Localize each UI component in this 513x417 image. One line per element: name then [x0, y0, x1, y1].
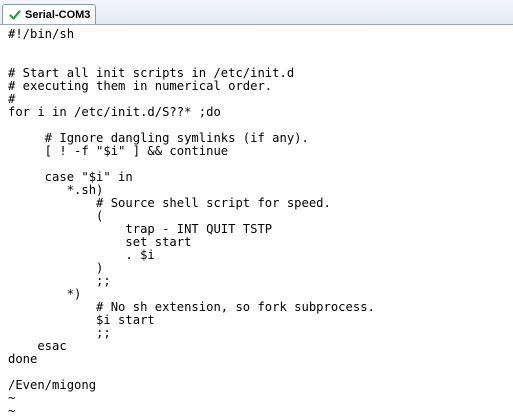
terminal-line: ~ [8, 404, 16, 417]
green-check-icon [9, 9, 21, 21]
terminal-output[interactable]: #!/bin/sh # Start all init scripts in /e… [0, 25, 513, 417]
serial-terminal-window: Serial-COM3 #!/bin/sh # Start all init s… [0, 0, 513, 417]
terminal-line: for i in /etc/init.d/S??* ;do [8, 105, 221, 119]
tab-label: Serial-COM3 [25, 8, 91, 21]
terminal-line: [ ! -f "$i" ] && continue [8, 144, 229, 158]
tab-bar: Serial-COM3 [0, 0, 513, 25]
terminal-line: /Even/migong [8, 378, 97, 392]
terminal-line: done [8, 352, 38, 366]
tab-serial-com3[interactable]: Serial-COM3 [2, 4, 96, 24]
terminal-line: #!/bin/sh [8, 27, 75, 41]
terminal-line: # executing them in numerical order. [8, 79, 273, 93]
